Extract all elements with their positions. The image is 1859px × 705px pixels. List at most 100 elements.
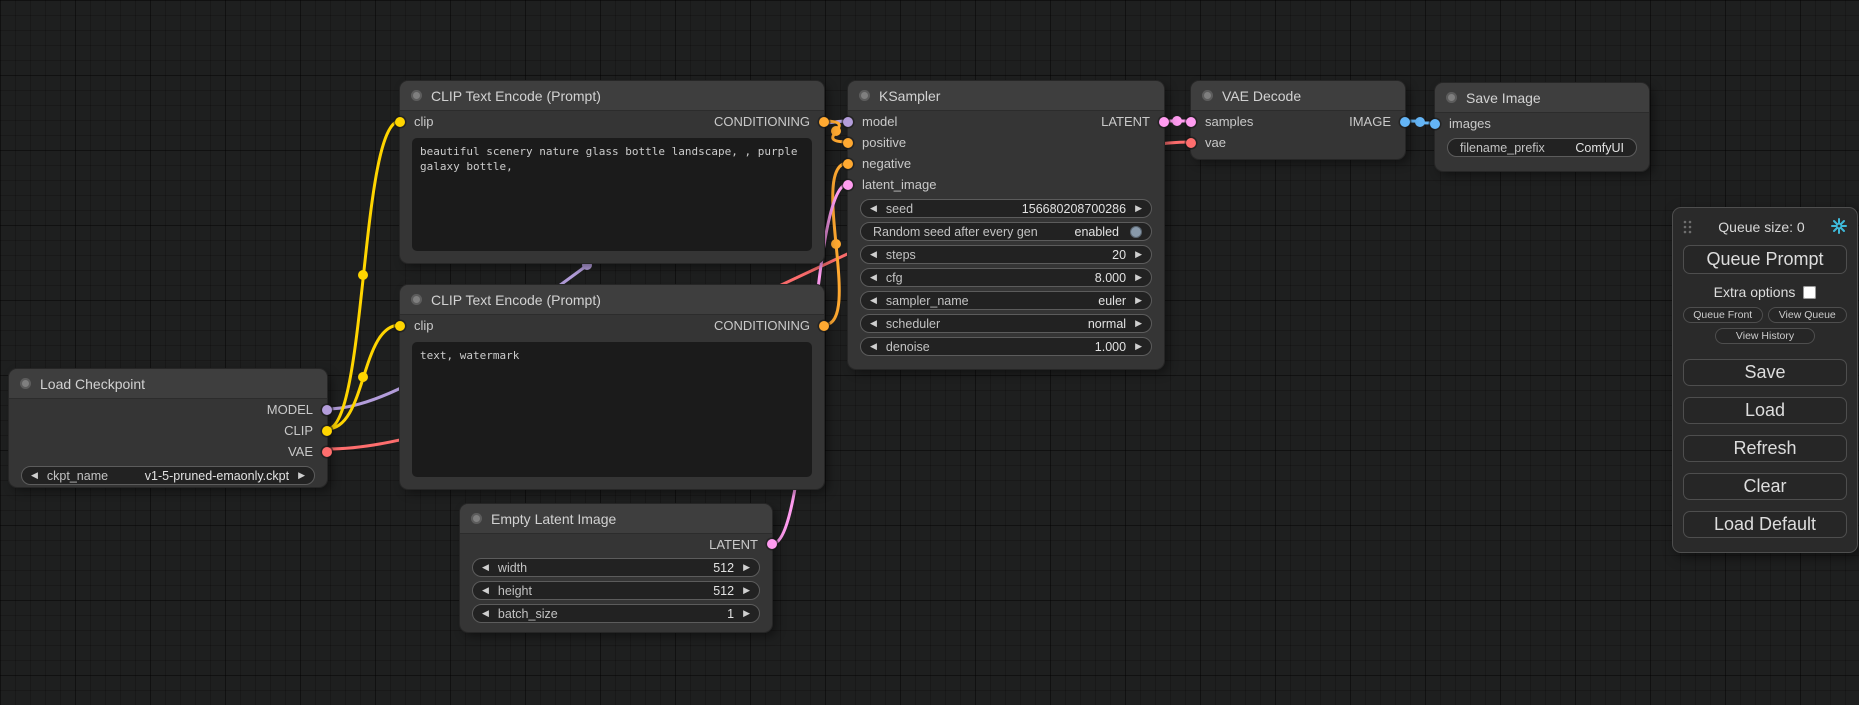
port-row-model-latent: model LATENT (848, 111, 1164, 132)
node-clip-text-encode-negative[interactable]: CLIP Text Encode (Prompt) clip CONDITION… (400, 285, 824, 489)
input-port-negative[interactable] (843, 159, 853, 169)
decrement-arrow-icon[interactable]: ◀ (482, 609, 489, 618)
widget-sampler-name[interactable]: ◀ sampler_name euler ▶ (860, 291, 1152, 310)
queue-prompt-button[interactable]: Queue Prompt (1683, 245, 1847, 274)
widget-seed[interactable]: ◀ seed 156680208700286 ▶ (860, 199, 1152, 218)
decrement-arrow-icon[interactable]: ◀ (870, 319, 877, 328)
output-label: CONDITIONING (714, 318, 810, 333)
collapse-toggle-icon[interactable] (1446, 92, 1457, 103)
input-port-samples[interactable] (1186, 117, 1196, 127)
widget-value: ComfyUI (1575, 141, 1624, 155)
input-port-vae[interactable] (1186, 138, 1196, 148)
output-port-conditioning[interactable] (819, 117, 829, 127)
widget-width[interactable]: ◀ width 512 ▶ (472, 558, 760, 577)
output-port-image[interactable] (1400, 117, 1410, 127)
input-port-model[interactable] (843, 117, 853, 127)
increment-arrow-icon[interactable]: ▶ (1135, 204, 1142, 213)
prompt-textarea[interactable]: text, watermark (412, 342, 812, 477)
input-port-latent-image[interactable] (843, 180, 853, 190)
node-title-bar[interactable]: Save Image (1435, 83, 1649, 113)
widget-label: filename_prefix (1460, 141, 1545, 155)
node-title-bar[interactable]: VAE Decode (1191, 81, 1405, 111)
widget-label: denoise (886, 340, 930, 354)
output-label: CONDITIONING (714, 114, 810, 129)
queue-front-button[interactable]: Queue Front (1683, 307, 1763, 323)
output-port-latent[interactable] (767, 539, 777, 549)
load-default-button[interactable]: Load Default (1683, 511, 1847, 538)
output-port-conditioning[interactable] (819, 321, 829, 331)
increment-arrow-icon[interactable]: ▶ (743, 609, 750, 618)
decrement-arrow-icon[interactable]: ◀ (870, 342, 877, 351)
decrement-arrow-icon[interactable]: ◀ (482, 563, 489, 572)
node-empty-latent-image[interactable]: Empty Latent Image LATENT ◀ width 512 ▶ … (460, 504, 772, 632)
input-port-positive[interactable] (843, 138, 853, 148)
collapse-toggle-icon[interactable] (1202, 90, 1213, 101)
increment-arrow-icon[interactable]: ▶ (1135, 319, 1142, 328)
widget-denoise[interactable]: ◀ denoise 1.000 ▶ (860, 337, 1152, 356)
node-ksampler[interactable]: KSampler model LATENT positive negative … (848, 81, 1164, 369)
increment-arrow-icon[interactable]: ▶ (1135, 273, 1142, 282)
widget-height[interactable]: ◀ height 512 ▶ (472, 581, 760, 600)
widget-control-after-generate[interactable]: Random seed after every gen enabled (860, 222, 1152, 241)
input-port-images[interactable] (1430, 119, 1440, 129)
output-port-latent[interactable] (1159, 117, 1169, 127)
widget-value: enabled (1075, 225, 1120, 239)
input-label: samples (1205, 114, 1253, 129)
decrement-arrow-icon[interactable]: ◀ (31, 471, 38, 480)
widget-label: width (498, 561, 527, 575)
input-row-vae: vae (1191, 132, 1405, 153)
output-port-model[interactable] (322, 405, 332, 415)
increment-arrow-icon[interactable]: ▶ (743, 586, 750, 595)
widget-value: 512 (713, 584, 734, 598)
clear-button[interactable]: Clear (1683, 473, 1847, 500)
extra-options-row: Extra options (1683, 284, 1847, 300)
prompt-textarea[interactable]: beautiful scenery nature glass bottle la… (412, 138, 812, 251)
output-port-clip[interactable] (322, 426, 332, 436)
widget-filename-prefix[interactable]: filename_prefix ComfyUI (1447, 138, 1637, 157)
node-title-bar[interactable]: Load Checkpoint (9, 369, 327, 399)
output-row-model: MODEL (9, 399, 327, 420)
toggle-knob-icon[interactable] (1130, 226, 1142, 238)
node-title-bar[interactable]: KSampler (848, 81, 1164, 111)
extra-options-checkbox[interactable] (1803, 286, 1816, 299)
load-button[interactable]: Load (1683, 397, 1847, 424)
widget-steps[interactable]: ◀ steps 20 ▶ (860, 245, 1152, 264)
decrement-arrow-icon[interactable]: ◀ (870, 296, 877, 305)
node-vae-decode[interactable]: VAE Decode samples IMAGE vae (1191, 81, 1405, 159)
decrement-arrow-icon[interactable]: ◀ (482, 586, 489, 595)
collapse-toggle-icon[interactable] (20, 378, 31, 389)
widget-ckpt-name[interactable]: ◀ ckpt_name v1-5-pruned-emaonly.ckpt ▶ (21, 466, 315, 485)
node-save-image[interactable]: Save Image images filename_prefix ComfyU… (1435, 83, 1649, 171)
decrement-arrow-icon[interactable]: ◀ (870, 204, 877, 213)
collapse-toggle-icon[interactable] (471, 513, 482, 524)
decrement-arrow-icon[interactable]: ◀ (870, 250, 877, 259)
output-port-vae[interactable] (322, 447, 332, 457)
node-title: Empty Latent Image (491, 511, 616, 527)
node-load-checkpoint[interactable]: Load Checkpoint MODEL CLIP VAE ◀ ckpt_na… (9, 369, 327, 487)
increment-arrow-icon[interactable]: ▶ (1135, 250, 1142, 259)
input-row-positive: positive (848, 132, 1164, 153)
refresh-button[interactable]: Refresh (1683, 435, 1847, 462)
decrement-arrow-icon[interactable]: ◀ (870, 273, 877, 282)
collapse-toggle-icon[interactable] (859, 90, 870, 101)
increment-arrow-icon[interactable]: ▶ (1135, 296, 1142, 305)
widget-cfg[interactable]: ◀ cfg 8.000 ▶ (860, 268, 1152, 287)
node-title-bar[interactable]: CLIP Text Encode (Prompt) (400, 285, 824, 315)
node-clip-text-encode-positive[interactable]: CLIP Text Encode (Prompt) clip CONDITION… (400, 81, 824, 263)
collapse-toggle-icon[interactable] (411, 90, 422, 101)
save-button[interactable]: Save (1683, 359, 1847, 386)
drag-handle-icon[interactable] (1683, 220, 1692, 234)
settings-gear-icon[interactable] (1831, 218, 1847, 237)
increment-arrow-icon[interactable]: ▶ (298, 471, 305, 480)
increment-arrow-icon[interactable]: ▶ (1135, 342, 1142, 351)
increment-arrow-icon[interactable]: ▶ (743, 563, 750, 572)
node-title-bar[interactable]: Empty Latent Image (460, 504, 772, 534)
node-title-bar[interactable]: CLIP Text Encode (Prompt) (400, 81, 824, 111)
view-history-button[interactable]: View History (1715, 328, 1815, 344)
widget-batch-size[interactable]: ◀ batch_size 1 ▶ (472, 604, 760, 623)
input-port-clip[interactable] (395, 321, 405, 331)
collapse-toggle-icon[interactable] (411, 294, 422, 305)
input-port-clip[interactable] (395, 117, 405, 127)
view-queue-button[interactable]: View Queue (1768, 307, 1848, 323)
widget-scheduler[interactable]: ◀ scheduler normal ▶ (860, 314, 1152, 333)
